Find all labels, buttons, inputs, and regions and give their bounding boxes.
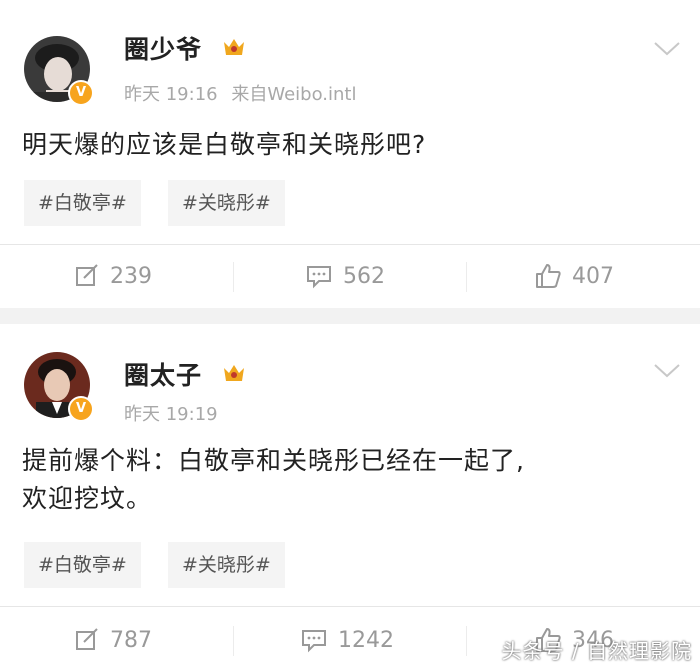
username[interactable]: 圈太子 <box>124 356 202 392</box>
comment-icon <box>307 266 331 289</box>
action-separator <box>233 262 234 292</box>
verified-badge-icon: V <box>68 80 94 106</box>
comment-button[interactable]: 562 <box>305 256 385 296</box>
comment-button[interactable]: 1242 <box>300 620 394 660</box>
crown-icon <box>224 365 244 381</box>
divider <box>0 606 700 607</box>
action-separator <box>233 626 234 656</box>
watermark: 头条号 / 自然理影院 <box>501 639 692 663</box>
repost-icon <box>76 628 98 650</box>
verified-badge-icon: V <box>68 396 94 422</box>
username[interactable]: 圈少爷 <box>124 30 202 66</box>
post-text-line: 欢迎挖坟。 <box>22 484 153 513</box>
weibo-post-2: V 圈太子 昨天 19:19 提前爆个料：白敬亭和关晓彤已经在一起了, 欢迎挖坟… <box>0 324 700 672</box>
chevron-down-icon[interactable] <box>652 38 682 58</box>
like-count: 407 <box>572 263 614 289</box>
post-text: 明天爆的应该是白敬亭和关晓彤吧? <box>22 130 427 159</box>
post-source[interactable]: 来自Weibo.intl <box>231 84 356 105</box>
topic-tag[interactable]: #关晓彤# <box>168 180 285 226</box>
crown-icon <box>224 39 244 55</box>
comment-icon <box>302 630 326 653</box>
repost-button[interactable]: 239 <box>74 256 152 296</box>
repost-count: 239 <box>110 263 152 289</box>
action-separator <box>466 262 467 292</box>
avatar[interactable]: V <box>24 36 94 106</box>
post-text: 提前爆个料：白敬亭和关晓彤已经在一起了, 欢迎挖坟。 <box>22 442 670 518</box>
topic-tag[interactable]: #白敬亭# <box>24 180 141 226</box>
like-icon <box>536 264 561 288</box>
topic-tag[interactable]: #白敬亭# <box>24 542 141 588</box>
repost-icon <box>76 264 98 286</box>
topic-tag[interactable]: #关晓彤# <box>168 542 285 588</box>
post-meta: 昨天 19:16 来自Weibo.intl <box>124 80 364 106</box>
post-meta: 昨天 19:19 <box>124 400 226 426</box>
chevron-down-icon[interactable] <box>652 360 682 380</box>
repost-button[interactable]: 787 <box>74 620 152 660</box>
like-button[interactable]: 407 <box>534 256 614 296</box>
avatar[interactable]: V <box>24 352 94 422</box>
action-separator <box>466 626 467 656</box>
comment-count: 562 <box>343 263 385 289</box>
post-text-line: 提前爆个料：白敬亭和关晓彤已经在一起了, <box>22 446 525 475</box>
divider <box>0 244 700 245</box>
comment-count: 1242 <box>338 627 394 653</box>
weibo-post-1: V 圈少爷 昨天 19:16 来自Weibo.intl 明天爆的应该是白敬亭和关… <box>0 0 700 308</box>
repost-count: 787 <box>110 627 152 653</box>
post-time: 昨天 19:16 <box>124 84 218 105</box>
post-time: 昨天 19:19 <box>124 404 218 425</box>
